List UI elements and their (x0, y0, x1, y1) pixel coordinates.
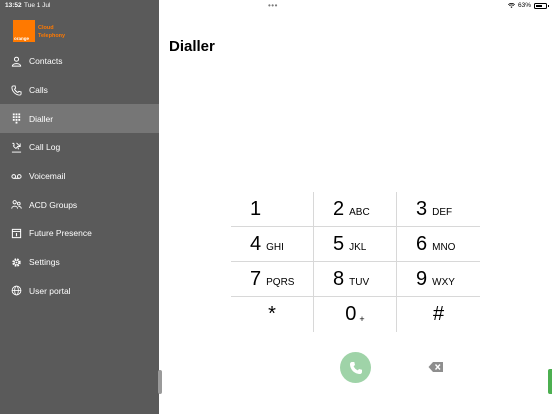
sidebar-item-settings[interactable]: Settings (0, 248, 159, 277)
keypad-row: 4 GHI 5 JKL 6 MNO (231, 227, 480, 262)
key-letters: WXY (432, 277, 455, 288)
key-letters: ABC (349, 207, 370, 218)
backspace-icon[interactable] (428, 361, 444, 373)
logo-product-line2: Telephony (38, 33, 66, 39)
key-7[interactable]: 7 PQRS (231, 262, 314, 297)
key-digit: 5 (333, 233, 345, 255)
keypad-row: * 0 + # (231, 297, 480, 332)
sidebar-item-label: Call Log (29, 142, 61, 153)
key-2[interactable]: 2 ABC (314, 192, 397, 227)
key-letters: DEF (432, 207, 453, 218)
sidebar-item-calls[interactable]: Calls (0, 76, 159, 105)
sidebar-item-label: Settings (29, 257, 60, 268)
key-letters: JKL (349, 242, 367, 253)
calendar-icon (11, 228, 22, 239)
sidebar-item-label: Future Presence (29, 228, 92, 239)
dial-keypad: 1 2 ABC 3 DEF 4 GHI 5 JKL 6 MNO 7 PQRS 8 TUV 9W… (231, 192, 480, 332)
voicemail-icon (11, 171, 22, 182)
logo-brand: orange (14, 36, 30, 41)
sidebar-item-user-portal[interactable]: User portal (0, 277, 159, 306)
status-bar: 13:52 Tue 1 Jul ••• 63% (0, 0, 552, 12)
call-log-icon (11, 142, 22, 153)
sidebar-item-contacts[interactable]: Contacts (0, 47, 159, 76)
key-1[interactable]: 1 (231, 192, 314, 227)
sidebar-item-future-presence[interactable]: Future Presence (0, 219, 159, 248)
call-button[interactable] (340, 352, 371, 383)
side-edge-tab[interactable] (548, 369, 552, 394)
phone-icon (349, 361, 362, 374)
logo-square: orange (13, 20, 35, 42)
key-3[interactable]: 3 DEF (397, 192, 480, 227)
key-digit: 0 (345, 303, 357, 325)
battery-percent: 63% (517, 2, 531, 9)
group-icon (11, 199, 22, 210)
key-9[interactable]: 9 WXY (397, 262, 480, 297)
key-letters: + (359, 313, 365, 324)
sidebar-item-label: User portal (29, 285, 71, 296)
keypad-icon (11, 113, 22, 124)
sidebar-nav: Contacts Calls Dialler Call Log Voicemai… (0, 47, 159, 305)
sidebar: orange Cloud Telephony Contacts Calls Di… (0, 0, 159, 414)
sidebar-item-label: Calls (29, 85, 48, 96)
sidebar-item-voicemail[interactable]: Voicemail (0, 162, 159, 191)
sidebar-item-label: Voicemail (29, 171, 66, 182)
sidebar-item-label: Dialler (29, 113, 54, 124)
key-digit: 6 (416, 233, 428, 255)
key-letters: PQRS (266, 277, 295, 288)
key-digit: 3 (416, 198, 428, 220)
key-digit: 7 (250, 268, 262, 290)
key-5[interactable]: 5 JKL (314, 227, 397, 262)
globe-icon (11, 285, 22, 296)
person-icon (11, 56, 22, 67)
sidebar-item-call-log[interactable]: Call Log (0, 133, 159, 162)
key-letters: GHI (266, 242, 284, 253)
key-digit: 4 (250, 233, 262, 255)
main-content: Dialler 1 2 ABC 3 DEF 4 GHI 5 JKL 6 MNO 7 PQRS… (159, 0, 552, 414)
keypad-row: 1 2 ABC 3 DEF (231, 192, 480, 227)
key-digit: 1 (250, 198, 262, 220)
wifi-icon (507, 2, 515, 8)
key-digit: 9 (416, 268, 428, 290)
key-letters: MNO (432, 242, 456, 253)
multitask-dots-icon[interactable]: ••• (268, 1, 278, 10)
phone-icon (11, 84, 22, 96)
sidebar-item-dialler[interactable]: Dialler (0, 104, 159, 134)
logo-product: Cloud Telephony (38, 24, 65, 40)
logo-product-line1: Cloud (38, 25, 54, 31)
key-hash[interactable]: # (397, 297, 480, 332)
sidebar-item-acd-groups[interactable]: ACD Groups (0, 190, 159, 219)
key-digit: # (432, 303, 445, 325)
status-indicators: 63% (507, 2, 549, 9)
key-4[interactable]: 4 GHI (231, 227, 314, 262)
key-digit: 8 (333, 268, 345, 290)
key-6[interactable]: 6 MNO (397, 227, 480, 262)
status-time: 13:52 (5, 2, 22, 9)
status-date: Tue 1 Jul (24, 2, 51, 9)
key-letters: TUV (349, 277, 370, 288)
sidebar-item-label: ACD Groups (29, 199, 78, 210)
key-0[interactable]: 0 + (314, 297, 397, 332)
page-title: Dialler (169, 38, 215, 55)
key-digit: 2 (333, 198, 345, 220)
key-star[interactable]: * (231, 297, 314, 332)
key-8[interactable]: 8 TUV (314, 262, 397, 297)
gear-icon (11, 257, 22, 268)
key-digit: * (268, 303, 276, 325)
orange-logo: orange Cloud Telephony (13, 20, 65, 42)
sidebar-item-label: Contacts (29, 56, 63, 67)
keypad-row: 7 PQRS 8 TUV 9 WXY (231, 262, 480, 297)
battery-icon (534, 2, 549, 9)
